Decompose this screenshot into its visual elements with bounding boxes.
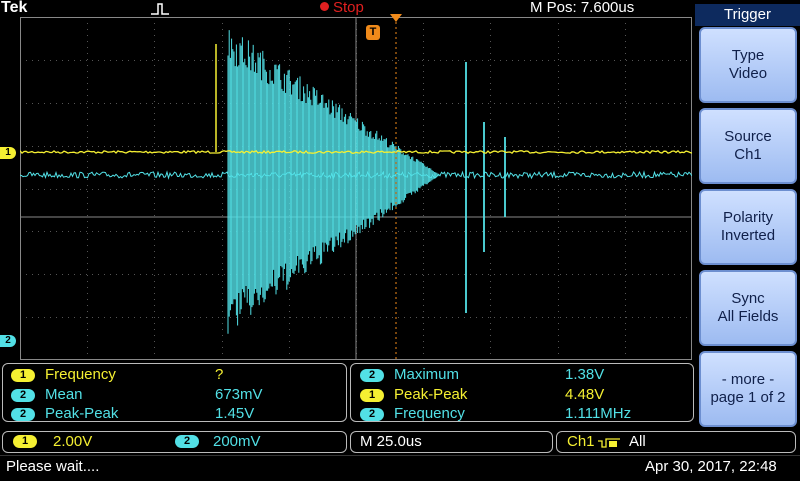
- measurement-value: 1.111MHz: [565, 405, 632, 422]
- date-time: Apr 30, 2017, 22:48: [645, 458, 777, 475]
- trigger-edge-icon: [151, 3, 169, 15]
- measurement-label: Maximum: [394, 366, 460, 383]
- channel-badge: 2: [11, 389, 35, 402]
- measurement-label: Frequency: [394, 405, 465, 422]
- measurement-row: 2 Frequency 1.111MHz: [351, 405, 691, 423]
- measurement-value: 673mV: [215, 386, 263, 403]
- trigger-time-marker[interactable]: T: [366, 25, 380, 40]
- menu-button-line1: Type: [731, 47, 765, 64]
- more-menu-button[interactable]: - more - page 1 of 2: [699, 351, 797, 427]
- ch2-scale: 200mV: [213, 433, 261, 450]
- measurement-label: Peak-Peak: [45, 405, 119, 422]
- channel-badge: 2: [360, 369, 384, 382]
- ch1-scale: 2.00V: [53, 433, 93, 450]
- ch2-burst: [227, 30, 440, 334]
- trigger-sync-button[interactable]: Sync All Fields: [699, 270, 797, 346]
- channel-badge: 1: [360, 389, 384, 402]
- measurement-label: Peak-Peak: [394, 386, 468, 403]
- measurement-value: ?: [215, 366, 224, 383]
- measurement-row: 2 Maximum 1.38V: [351, 366, 691, 384]
- channel-badge: 2: [11, 408, 35, 421]
- menu-button-line2: All Fields: [717, 308, 779, 325]
- measurement-row: 1 Peak-Peak 4.48V: [351, 386, 691, 404]
- vertical-settings-box[interactable]: 1 2.00V 2 200mV: [2, 431, 347, 453]
- timebase-scale: M 25.0us: [360, 433, 422, 450]
- run-stop-status: Stop: [320, 0, 364, 16]
- brand-logo: Tek: [1, 0, 28, 16]
- trigger-point-icon: [390, 14, 402, 22]
- measurement-label: Frequency: [45, 366, 116, 383]
- ch2-ground-marker[interactable]: 2: [0, 335, 16, 347]
- ch1-ground-marker[interactable]: 1: [0, 147, 16, 159]
- measurement-value: 4.48V: [565, 386, 605, 403]
- trigger-source-readout: Ch1: [567, 433, 595, 450]
- video-trigger-icon: [598, 438, 620, 448]
- measurement-row: 1 Frequency ?: [3, 366, 343, 384]
- trigger-readout-box[interactable]: Ch1 All: [556, 431, 796, 453]
- measurement-value: 1.38V: [565, 366, 605, 383]
- horizontal-position-readout: M Pos: 7.600us: [530, 0, 635, 16]
- channel-badge: 1: [11, 369, 35, 382]
- channel-badge: 2: [360, 408, 384, 421]
- measurement-row: 2 Peak-Peak 1.45V: [3, 405, 343, 423]
- measurement-row: 2 Mean 673mV: [3, 386, 343, 404]
- trigger-source-button[interactable]: Source Ch1: [699, 108, 797, 184]
- ch2-badge: 2: [175, 435, 199, 448]
- menu-button-line1: Polarity: [722, 209, 773, 226]
- trigger-field-readout: All: [629, 433, 646, 450]
- trigger-type-button[interactable]: Type Video: [699, 27, 797, 103]
- menu-button-line2: Inverted: [720, 227, 776, 244]
- timebase-box[interactable]: M 25.0us: [350, 431, 553, 453]
- run-state-label: Stop: [333, 0, 364, 16]
- measurement-value: 1.45V: [215, 405, 255, 422]
- status-message: Please wait....: [6, 458, 100, 475]
- measurements-left-panel: 1 Frequency ? 2 Mean 673mV 2 Peak-Peak 1…: [2, 363, 347, 422]
- menu-button-line1: - more -: [721, 371, 775, 388]
- menu-button-line1: Sync: [731, 290, 765, 307]
- menu-button-line2: Ch1: [734, 146, 762, 163]
- stop-indicator-icon: [320, 2, 329, 11]
- ch1-badge: 1: [13, 435, 37, 448]
- menu-button-line2: Video: [728, 65, 768, 82]
- menu-button-line1: Source: [724, 128, 772, 145]
- measurement-label: Mean: [45, 386, 83, 403]
- menu-button-line2: page 1 of 2: [710, 389, 786, 406]
- measurements-right-panel: 2 Maximum 1.38V 1 Peak-Peak 4.48V 2 Freq…: [350, 363, 694, 422]
- trigger-polarity-button[interactable]: Polarity Inverted: [699, 189, 797, 265]
- menu-title: Trigger: [695, 4, 800, 26]
- waveform-display[interactable]: [20, 17, 692, 360]
